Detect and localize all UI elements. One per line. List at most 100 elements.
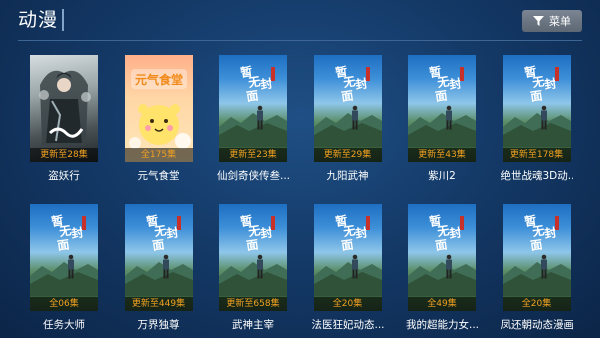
placeholder-cover-text: 暂 无 封 面 bbox=[523, 63, 559, 103]
placeholder-cover-text: 暂 无 封 面 bbox=[428, 212, 464, 252]
episode-status: 全20集 bbox=[313, 297, 382, 311]
hiker-figure bbox=[162, 254, 169, 279]
video-card[interactable]: 暂 无 封 面 更新至29集 九阳武神 bbox=[313, 55, 382, 185]
hiker-figure bbox=[257, 254, 263, 279]
page-title: 动漫 bbox=[18, 9, 59, 31]
hiker-figure bbox=[351, 105, 358, 130]
poster-image: 暂 无 封 面 全20集 bbox=[313, 204, 382, 311]
cover-char-4: 面 bbox=[151, 237, 165, 252]
placeholder-cover-text: 暂 无 封 面 bbox=[50, 212, 86, 252]
cover-seal bbox=[554, 216, 559, 230]
video-card[interactable]: 元气食堂 全175集 元气食堂 bbox=[124, 55, 193, 185]
episode-status: 更新至29集 bbox=[313, 148, 382, 162]
cover-seal bbox=[460, 216, 464, 230]
video-card[interactable]: 暂 无 封 面 更新至23集 仙剑奇侠传叁... bbox=[217, 55, 289, 185]
menu-button[interactable]: 菜单 bbox=[522, 10, 582, 32]
video-title: 仙剑奇侠传叁... bbox=[217, 170, 289, 182]
dyx-cover-art bbox=[39, 70, 91, 145]
poster-image: 暂 无 封 面 更新至29集 bbox=[313, 55, 382, 162]
poster-image: 暂 无 封 面 更新至178集 bbox=[502, 55, 571, 162]
header-divider bbox=[18, 40, 582, 41]
poster-image: 暂 无 封 面 更新至23集 bbox=[219, 55, 287, 162]
video-title: 元气食堂 bbox=[137, 170, 180, 182]
video-title: 任务大师 bbox=[43, 319, 85, 331]
poster-image: 元气食堂 全175集 bbox=[124, 55, 193, 162]
video-card[interactable]: 暂 无 封 面 全20集法医狂妃动态... bbox=[311, 204, 384, 334]
hiker-figure bbox=[257, 105, 263, 130]
poster-image: 更新至28集 bbox=[30, 55, 98, 162]
cover-char-4: 面 bbox=[340, 88, 354, 103]
video-title: 万界独尊 bbox=[137, 319, 180, 331]
cover-seal bbox=[554, 67, 559, 81]
episode-status: 更新至178集 bbox=[502, 148, 571, 162]
video-card[interactable]: 暂 无 封 面 更新至178集 绝世战魂3D动... bbox=[500, 55, 573, 185]
cover-char-4: 面 bbox=[245, 88, 259, 103]
video-title: 九阳武神 bbox=[326, 170, 369, 182]
cover-seal bbox=[365, 67, 370, 81]
episode-status: 更新至23集 bbox=[219, 148, 287, 162]
filter-icon bbox=[533, 16, 544, 26]
placeholder-cover-text: 暂 无 封 面 bbox=[239, 212, 275, 252]
episode-status: 更新至658集 bbox=[219, 297, 287, 311]
placeholder-cover-text: 暂 无 封 面 bbox=[334, 63, 370, 103]
menu-label: 菜单 bbox=[549, 15, 571, 28]
cover-char-4: 面 bbox=[434, 88, 448, 103]
cover-char-4: 面 bbox=[529, 237, 543, 252]
cover-char-4: 面 bbox=[340, 237, 354, 252]
placeholder-cover-text: 暂 无 封 面 bbox=[145, 212, 181, 252]
video-title: 紫川2 bbox=[428, 170, 456, 182]
video-title: 凤还朝动态漫画 bbox=[500, 319, 573, 331]
cover-seal bbox=[271, 216, 275, 230]
cover-seal bbox=[365, 216, 370, 230]
yqst-cover-art: 元气食堂 bbox=[128, 69, 191, 149]
video-card[interactable]: 暂 无 封 面 更新至658集 武神主宰 bbox=[219, 204, 287, 334]
video-card[interactable]: 更新至28集 盗妖行 bbox=[30, 55, 98, 185]
hiker-figure bbox=[446, 105, 452, 130]
content-grid: 更新至28集 盗妖行 元气食堂 全175集 元气食堂 暂 无 封 面 更新至23… bbox=[30, 55, 582, 334]
poster-image: 暂 无 封 面 更新至658集 bbox=[219, 204, 287, 311]
mountain-illustration bbox=[408, 262, 476, 296]
episode-status: 全06集 bbox=[30, 297, 98, 311]
video-title: 绝世战魂3D动... bbox=[500, 170, 573, 182]
video-title: 盗妖行 bbox=[48, 170, 80, 182]
title-divider bbox=[62, 9, 64, 31]
placeholder-cover-text: 暂 无 封 面 bbox=[239, 63, 275, 103]
poster-image: 暂 无 封 面 全49集 bbox=[408, 204, 476, 311]
episode-status: 更新至43集 bbox=[408, 148, 476, 162]
video-card[interactable]: 暂 无 封 面 全06集任务大师 bbox=[30, 204, 98, 334]
hiker-figure bbox=[446, 254, 452, 279]
video-card[interactable]: 暂 无 封 面 更新至43集 紫川2 bbox=[408, 55, 476, 185]
hiker-figure bbox=[540, 105, 547, 130]
header: 动漫 菜单 bbox=[0, 0, 600, 42]
video-card[interactable]: 暂 无 封 面 全20集凤还朝动态漫画 bbox=[500, 204, 573, 334]
cover-char-4: 面 bbox=[529, 88, 543, 103]
video-card[interactable]: 暂 无 封 面 全49集我的超能力女... bbox=[406, 204, 478, 334]
cover-seal bbox=[460, 67, 464, 81]
mountain-illustration bbox=[219, 262, 287, 296]
poster-image: 暂 无 封 面 全06集 bbox=[30, 204, 98, 311]
episode-status: 全175集 bbox=[124, 148, 193, 162]
cover-seal bbox=[82, 216, 86, 230]
mountain-illustration bbox=[30, 262, 98, 296]
hiker-figure bbox=[540, 254, 547, 279]
placeholder-cover-text: 暂 无 封 面 bbox=[334, 212, 370, 252]
episode-status: 更新至28集 bbox=[30, 148, 98, 162]
video-card[interactable]: 暂 无 封 面 更新至449集 万界独尊 bbox=[124, 204, 193, 334]
video-title: 我的超能力女... bbox=[406, 319, 478, 331]
mountain-illustration bbox=[124, 262, 193, 296]
hiker-figure bbox=[68, 254, 74, 279]
video-title: 法医狂妃动态... bbox=[311, 319, 384, 331]
placeholder-cover-text: 暂 无 封 面 bbox=[428, 63, 464, 103]
cover-char-4: 面 bbox=[245, 237, 259, 252]
episode-status: 全49集 bbox=[408, 297, 476, 311]
poster-image: 暂 无 封 面 更新至43集 bbox=[408, 55, 476, 162]
yqst-cover-title: 元气食堂 bbox=[134, 72, 182, 87]
episode-status: 全20集 bbox=[502, 297, 571, 311]
mountain-illustration bbox=[313, 113, 382, 147]
poster-image: 暂 无 封 面 全20集 bbox=[502, 204, 571, 311]
mountain-illustration bbox=[313, 262, 382, 296]
hiker-figure bbox=[351, 254, 358, 279]
cover-seal bbox=[271, 67, 275, 81]
placeholder-cover-text: 暂 无 封 面 bbox=[523, 212, 559, 252]
mountain-illustration bbox=[502, 262, 571, 296]
